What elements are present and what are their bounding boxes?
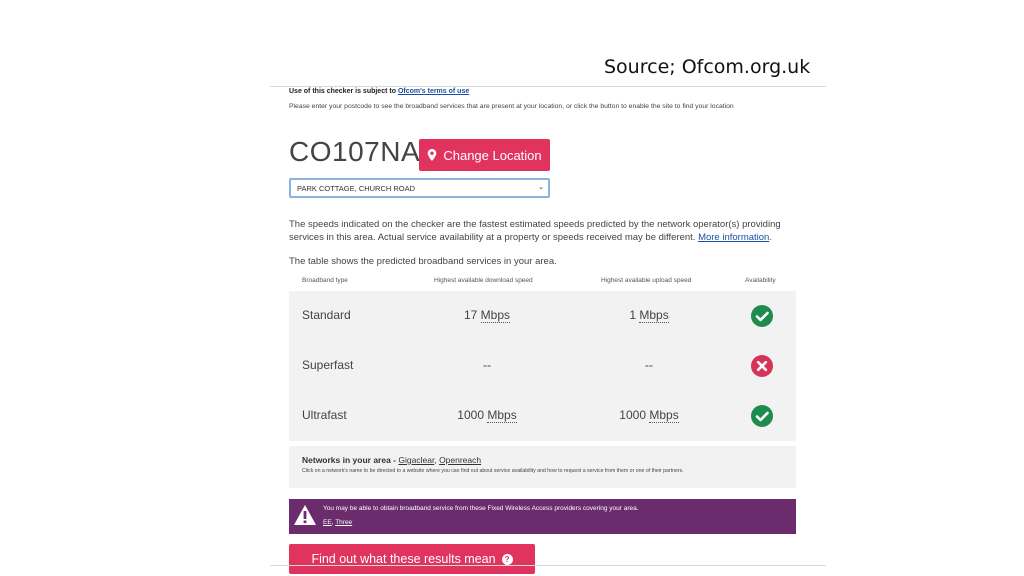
table-row: Ultrafast 1000 Mbps 1000 Mbps bbox=[289, 391, 796, 441]
networks-panel: Networks in your area - Gigaclear, Openr… bbox=[289, 446, 796, 488]
source-caption: Source; Ofcom.org.uk bbox=[604, 56, 811, 78]
row-download: -- bbox=[483, 358, 491, 372]
fwa-message: You may be able to obtain broadband serv… bbox=[323, 505, 639, 512]
row-type: Ultrafast bbox=[302, 408, 347, 422]
terms-notice: Use of this checker is subject to Ofcom'… bbox=[289, 88, 469, 95]
instructions-text: Please enter your postcode to see the br… bbox=[289, 103, 734, 110]
networks-title-line: Networks in your area - Gigaclear, Openr… bbox=[302, 455, 481, 465]
change-location-button[interactable]: Change Location bbox=[419, 139, 550, 171]
network-link-gigaclear[interactable]: Gigaclear bbox=[398, 455, 434, 465]
networks-note: Click on a network's name to be directed… bbox=[302, 468, 684, 474]
question-circle-icon: ? bbox=[501, 553, 513, 565]
header-download: Highest available download speed bbox=[434, 277, 533, 284]
fwa-providers: EE, Three bbox=[323, 519, 352, 526]
header-upload: Highest available upload speed bbox=[601, 277, 692, 284]
table-row: Superfast -- -- bbox=[289, 341, 796, 391]
row-download: 1000 Mbps bbox=[437, 408, 537, 423]
download-value: 17 bbox=[463, 308, 478, 322]
change-location-label: Change Location bbox=[443, 147, 542, 163]
chevron-down-icon: ⌄ bbox=[538, 184, 544, 191]
provider-link-three[interactable]: Three bbox=[335, 519, 352, 526]
address-select[interactable]: PARK COTTAGE, CHURCH ROAD ⌄ bbox=[289, 178, 550, 198]
row-upload: 1000 Mbps bbox=[599, 408, 699, 423]
upload-unit: Mbps bbox=[639, 308, 669, 323]
fwa-separator: , bbox=[331, 519, 334, 526]
row-upload: 1 Mbps bbox=[599, 308, 699, 323]
x-circle-icon bbox=[751, 355, 773, 377]
table-header: Broadband type Highest available downloa… bbox=[289, 277, 796, 289]
row-type: Standard bbox=[302, 308, 351, 322]
row-download: 17 Mbps bbox=[437, 308, 537, 323]
row-upload: -- bbox=[645, 358, 653, 372]
warning-triangle-icon bbox=[294, 505, 316, 525]
disclaimer-period: . bbox=[769, 232, 772, 243]
upload-unit: Mbps bbox=[649, 408, 679, 423]
download-unit: Mbps bbox=[487, 408, 517, 423]
header-availability: Availability bbox=[745, 277, 776, 284]
bottom-divider bbox=[270, 565, 826, 566]
download-value: 1000 bbox=[457, 408, 484, 422]
row-type: Superfast bbox=[302, 358, 354, 372]
address-selected-value: PARK COTTAGE, CHURCH ROAD bbox=[297, 184, 416, 193]
upload-value: 1 bbox=[629, 308, 636, 322]
find-out-label: Find out what these results mean bbox=[311, 552, 496, 566]
find-out-results-button[interactable]: Find out what these results mean ? bbox=[289, 544, 535, 574]
map-marker-icon bbox=[428, 149, 437, 161]
networks-separator: , bbox=[434, 455, 437, 465]
networks-title: Networks in your area - bbox=[302, 455, 397, 465]
more-information-link[interactable]: More information bbox=[698, 232, 769, 243]
upload-value: 1000 bbox=[619, 408, 646, 422]
check-circle-icon bbox=[751, 405, 773, 427]
check-circle-icon bbox=[751, 305, 773, 327]
download-unit: Mbps bbox=[480, 308, 511, 323]
provider-link-ee[interactable]: EE bbox=[323, 519, 332, 526]
header-broadband-type: Broadband type bbox=[302, 277, 348, 284]
terms-prefix: Use of this checker is subject to bbox=[289, 88, 396, 95]
network-link-openreach[interactable]: Openreach bbox=[439, 455, 481, 465]
top-divider bbox=[270, 86, 826, 87]
table-row: Standard 17 Mbps 1 Mbps bbox=[289, 291, 796, 341]
fixed-wireless-banner: You may be able to obtain broadband serv… bbox=[289, 499, 796, 534]
table-intro: The table shows the predicted broadband … bbox=[289, 256, 557, 267]
postcode-heading: CO107NA bbox=[289, 136, 421, 167]
terms-link[interactable]: Ofcom's terms of use bbox=[398, 88, 469, 95]
speed-disclaimer: The speeds indicated on the checker are … bbox=[289, 218, 799, 244]
